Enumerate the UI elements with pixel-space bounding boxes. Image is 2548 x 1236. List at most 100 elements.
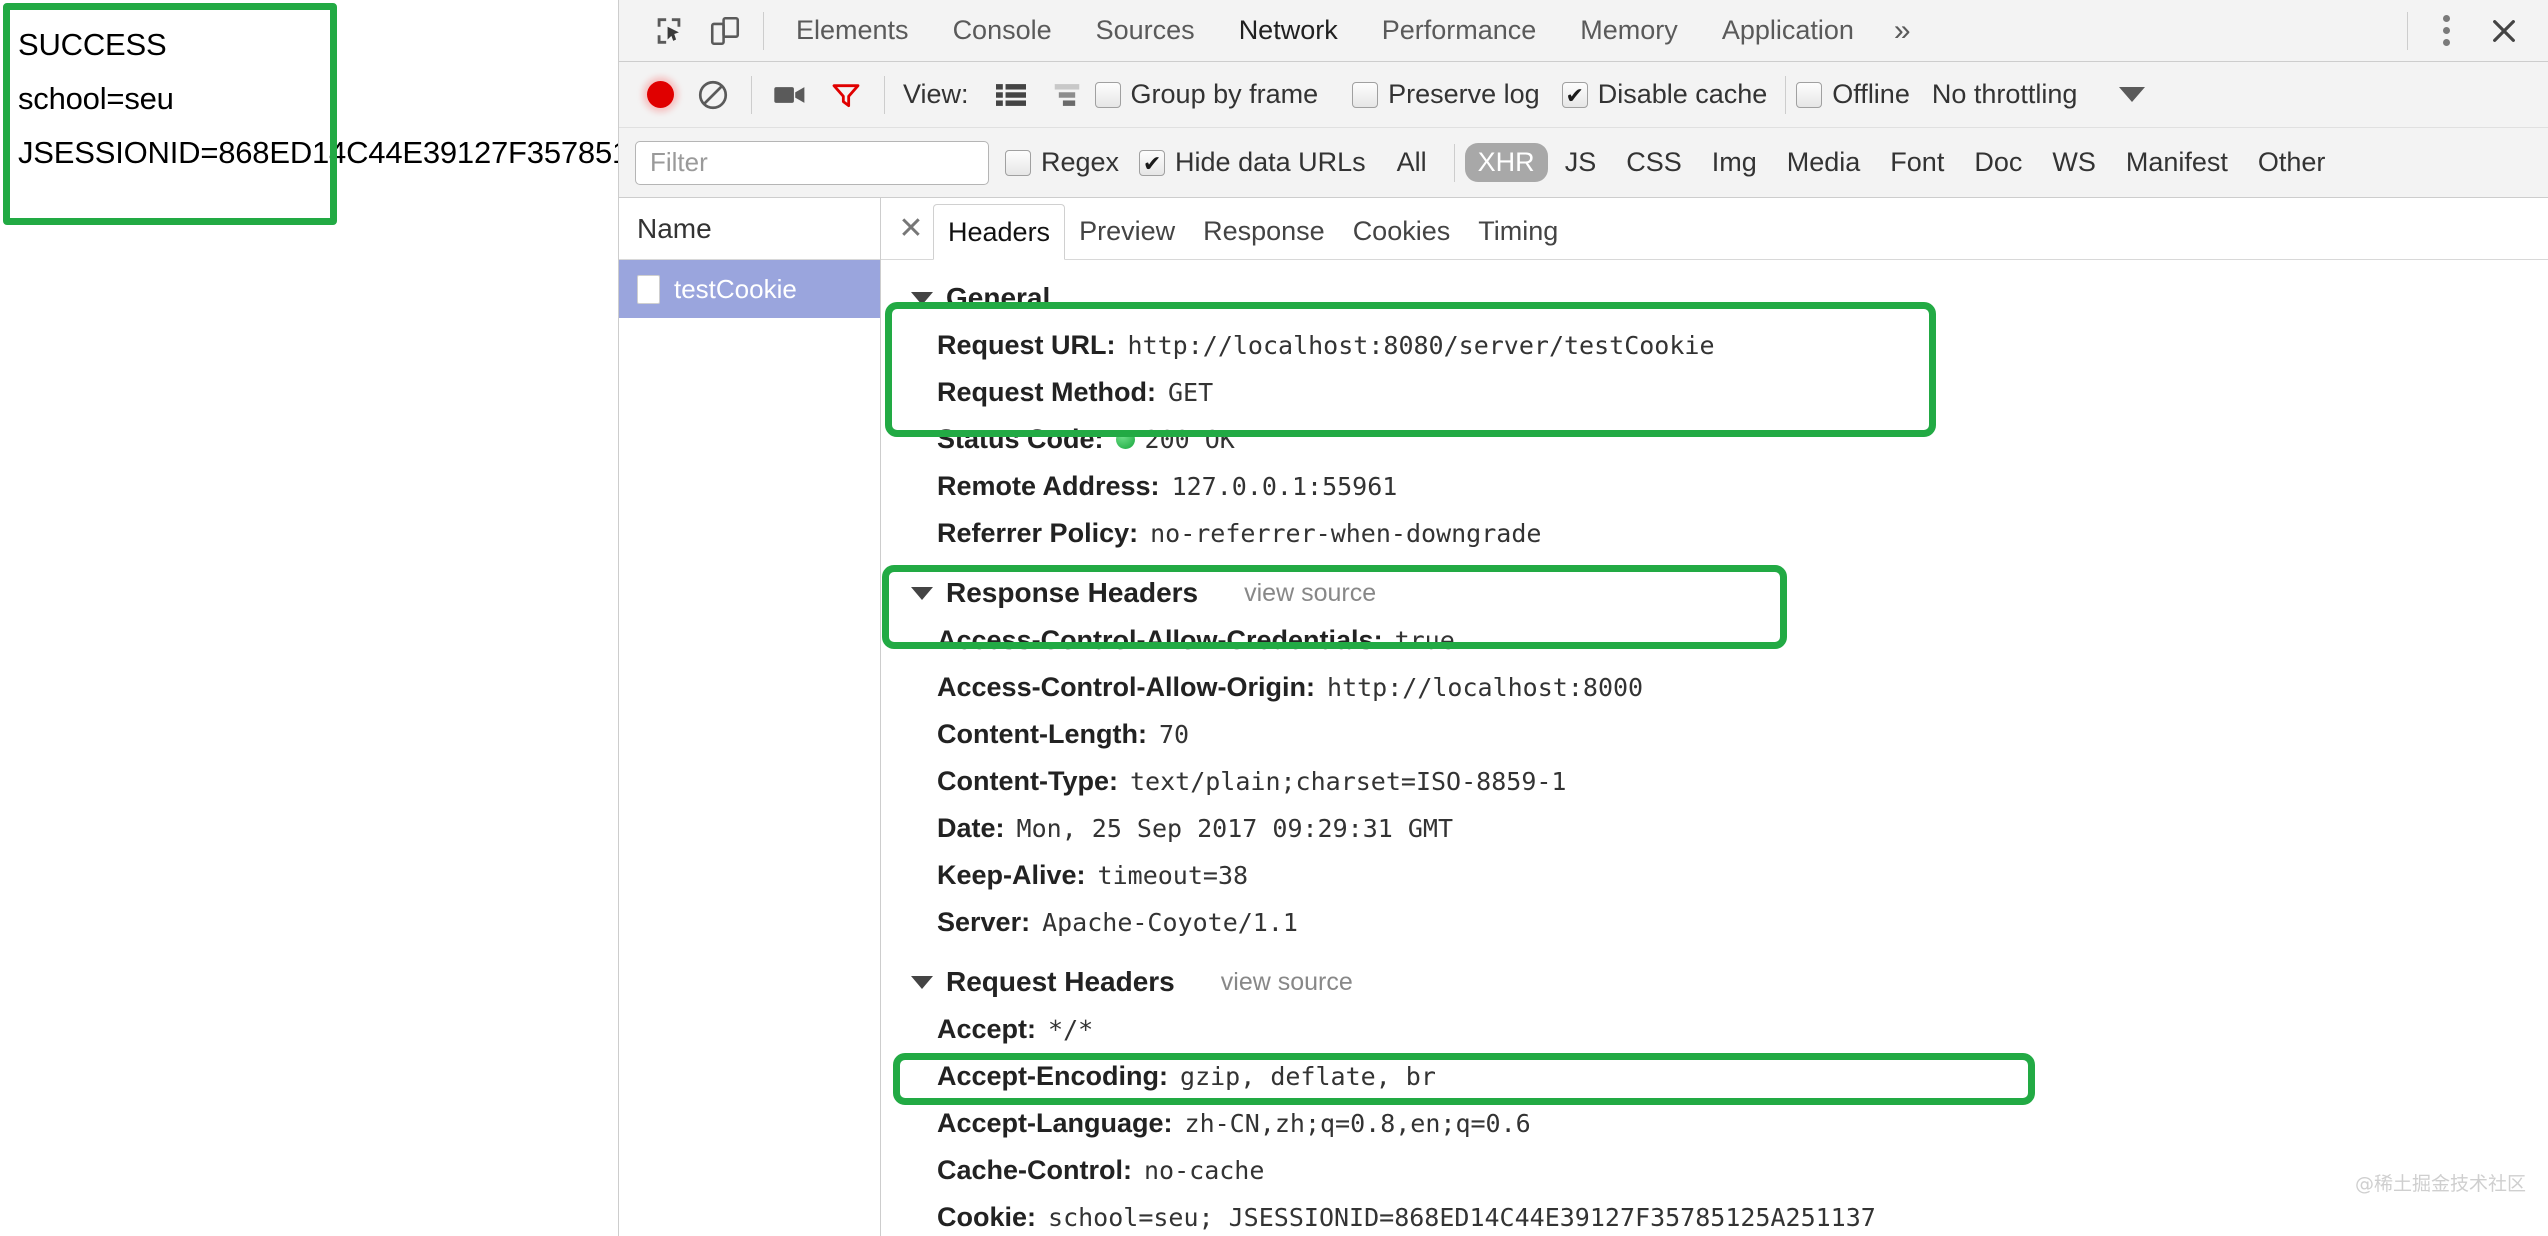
chevron-down-icon[interactable]	[2119, 87, 2146, 102]
header-key: Cache-Control:	[937, 1155, 1132, 1185]
record-button[interactable]	[635, 70, 685, 120]
header-value: zh-CN,zh;q=0.8,en;q=0.6	[1184, 1109, 1531, 1138]
hide-data-urls-checkbox[interactable]: Hide data URLs	[1139, 147, 1366, 178]
header-value: */*	[1048, 1015, 1094, 1044]
close-devtools-icon[interactable]	[2474, 9, 2534, 53]
collapse-triangle-icon[interactable]	[911, 975, 933, 989]
header-row: Remote Address: 127.0.0.1:55961	[881, 463, 2548, 510]
filter-type-ws[interactable]: WS	[2039, 143, 2109, 182]
devtools-menu-icon[interactable]	[2418, 9, 2474, 53]
header-value: 70	[1158, 720, 1190, 749]
request-name-label: testCookie	[674, 273, 797, 304]
view-list-icon[interactable]	[983, 73, 1039, 117]
filter-type-font[interactable]: Font	[1877, 143, 1957, 182]
header-row: Accept-Language: zh-CN,zh;q=0.8,en;q=0.6	[881, 1100, 2548, 1147]
group-by-frame-checkbox[interactable]: Group by frame	[1094, 79, 1319, 110]
header-key: Accept-Encoding:	[937, 1061, 1169, 1091]
hide-data-urls-box	[1139, 149, 1166, 176]
header-value: http://localhost:8080/server/testCookie	[1127, 331, 1715, 360]
detail-tab-preview[interactable]: Preview	[1065, 203, 1189, 259]
filter-type-manifest[interactable]: Manifest	[2113, 143, 2241, 182]
header-value: gzip, deflate, br	[1180, 1062, 1436, 1091]
page-line-success: SUCCESS	[18, 27, 167, 62]
header-row-cookie: Cookie: school=seu; JSESSIONID=868ED14C4…	[881, 1194, 2548, 1236]
header-key: Access-Control-Allow-Origin:	[937, 672, 1316, 702]
section-general-title: General	[881, 274, 2548, 322]
filter-type-media[interactable]: Media	[1774, 143, 1874, 182]
header-key: Status Code:	[937, 424, 1104, 454]
header-value: timeout=38	[1097, 861, 1249, 890]
group-by-frame-box	[1094, 81, 1121, 108]
header-key: Remote Address:	[937, 471, 1160, 501]
header-row: Content-Type: text/plain;charset=ISO-885…	[881, 758, 2548, 805]
header-key: Accept:	[937, 1014, 1037, 1044]
filter-type-xhr[interactable]: XHR	[1464, 143, 1548, 182]
view-source-link[interactable]: view source	[1221, 968, 1353, 997]
filterbar-divider	[1453, 143, 1455, 182]
tab-memory[interactable]: Memory	[1558, 0, 1700, 61]
header-row: Server: Apache-Coyote/1.1	[881, 899, 2548, 946]
devtools-tabbar: Elements Console Sources Network Perform…	[619, 0, 2548, 62]
filter-type-img[interactable]: Img	[1699, 143, 1770, 182]
tabbar-divider	[763, 11, 764, 50]
header-value: Mon, 25 Sep 2017 09:29:31 GMT	[1016, 814, 1454, 843]
header-key: Date:	[937, 813, 1005, 843]
hide-data-urls-label: Hide data URLs	[1175, 147, 1366, 177]
toggle-device-toolbar-icon[interactable]	[697, 9, 753, 53]
header-row: Keep-Alive: timeout=38	[881, 852, 2548, 899]
view-source-link[interactable]: view source	[1244, 579, 1376, 608]
header-row: Content-Length: 70	[881, 711, 2548, 758]
tab-performance[interactable]: Performance	[1360, 0, 1559, 61]
devtools-tab-list: Elements Console Sources Network Perform…	[774, 0, 1929, 61]
disable-cache-checkbox[interactable]: Disable cache	[1561, 79, 1767, 110]
document-icon	[637, 274, 660, 304]
watermark: @稀土掘金技术社区	[2354, 1173, 2526, 1195]
regex-checkbox[interactable]: Regex	[1005, 147, 1119, 178]
preserve-log-box	[1352, 81, 1379, 108]
filter-type-css[interactable]: CSS	[1613, 143, 1695, 182]
view-waterfall-icon[interactable]	[1039, 73, 1095, 117]
capture-screenshots-icon[interactable]	[762, 73, 818, 117]
close-details-icon[interactable]: ✕	[889, 198, 933, 259]
header-row: Access-Control-Allow-Origin: http://loca…	[881, 664, 2548, 711]
header-value: 127.0.0.1:55961	[1171, 472, 1398, 501]
request-row-testcookie[interactable]: testCookie	[619, 260, 880, 318]
filter-type-other[interactable]: Other	[2245, 143, 2339, 182]
tab-elements[interactable]: Elements	[774, 0, 931, 61]
tab-application[interactable]: Application	[1700, 0, 1876, 61]
section-request-headers-title: Request Headers view source	[881, 946, 2548, 1006]
network-body: Name testCookie ✕ Headers Preview Respon…	[619, 198, 2548, 1236]
filter-input[interactable]	[635, 140, 989, 185]
throttling-select[interactable]: No throttling	[1932, 79, 2078, 110]
header-row: Cache-Control: no-cache	[881, 1147, 2548, 1194]
network-filter-bar: Regex Hide data URLs All XHR JS CSS Img …	[619, 128, 2548, 198]
section-response-headers-label: Response Headers	[946, 577, 1199, 608]
tab-console[interactable]: Console	[931, 0, 1074, 61]
preserve-log-checkbox[interactable]: Preserve log	[1352, 79, 1540, 110]
detail-tab-cookies[interactable]: Cookies	[1339, 203, 1465, 259]
filter-type-all[interactable]: All	[1384, 143, 1440, 182]
header-key: Access-Control-Allow-Credentials:	[937, 625, 1383, 655]
detail-tab-headers[interactable]: Headers	[933, 204, 1066, 260]
more-tabs-icon[interactable]: »	[1876, 0, 1929, 61]
offline-checkbox[interactable]: Offline	[1796, 79, 1910, 110]
toolbar-divider-2	[884, 75, 885, 114]
header-row: Access-Control-Allow-Credentials: true	[881, 617, 2548, 664]
inspect-element-icon[interactable]	[641, 9, 697, 53]
section-request-headers-label: Request Headers	[946, 966, 1175, 997]
filter-funnel-icon[interactable]	[818, 73, 874, 117]
tab-network[interactable]: Network	[1217, 0, 1360, 61]
group-by-frame-label: Group by frame	[1130, 79, 1319, 109]
screenshot-root: SUCCESS school=seu JSESSIONID=868ED14C44…	[0, 0, 2548, 1236]
detail-tab-response[interactable]: Response	[1189, 203, 1339, 259]
devtools-panel: Elements Console Sources Network Perform…	[618, 0, 2548, 1236]
detail-tab-timing[interactable]: Timing	[1464, 203, 1572, 259]
collapse-triangle-icon[interactable]	[911, 291, 933, 305]
tab-sources[interactable]: Sources	[1074, 0, 1217, 61]
filter-type-js[interactable]: JS	[1552, 143, 1610, 182]
collapse-triangle-icon[interactable]	[911, 586, 933, 600]
header-row: Accept: */*	[881, 1006, 2548, 1053]
clear-button[interactable]	[685, 73, 741, 117]
filter-type-doc[interactable]: Doc	[1961, 143, 2035, 182]
offline-label: Offline	[1832, 79, 1910, 109]
